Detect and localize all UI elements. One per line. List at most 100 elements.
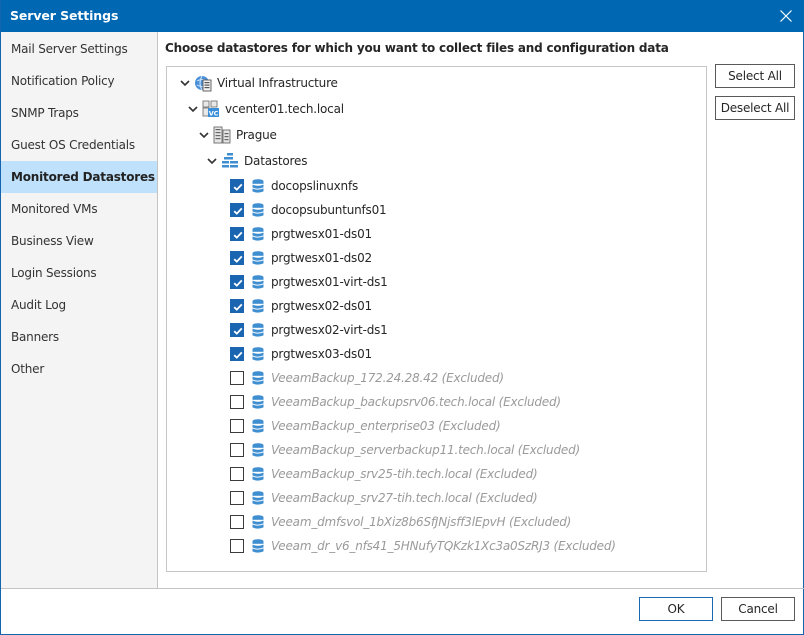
- datastore-checkbox[interactable]: [230, 323, 244, 337]
- chevron-down-icon[interactable]: [179, 77, 191, 89]
- sidebar-item-audit-log[interactable]: Audit Log: [1, 289, 157, 321]
- datastore-icon: [252, 539, 264, 553]
- datastore-label: docopslinuxnfs: [271, 179, 359, 193]
- datastore-icon: [252, 323, 264, 337]
- svg-text:VC: VC: [209, 110, 219, 118]
- datastore-checkbox[interactable]: [230, 491, 244, 505]
- sidebar-item-notification-policy[interactable]: Notification Policy: [1, 65, 157, 97]
- datastore-checkbox[interactable]: [230, 227, 244, 241]
- datastore-tree: Virtual Infrastructure VC vcenter01.tech…: [166, 66, 707, 572]
- datastore-item[interactable]: docopsubuntunfs01: [230, 199, 700, 221]
- vcenter-icon: VC: [202, 100, 219, 118]
- datastore-icon: [252, 251, 264, 265]
- datastore-icon: [252, 443, 264, 457]
- tree-node-label: Datastores: [244, 154, 308, 168]
- sidebar-item-business-view[interactable]: Business View: [1, 225, 157, 257]
- datastore-icon: [252, 491, 264, 505]
- datastore-item[interactable]: prgtwesx01-ds01: [230, 223, 700, 245]
- close-button[interactable]: [773, 4, 799, 28]
- datastore-checkbox[interactable]: [230, 395, 244, 409]
- cancel-button[interactable]: Cancel: [721, 597, 795, 621]
- datastore-checkbox[interactable]: [230, 419, 244, 433]
- sidebar-item-monitored-datastores[interactable]: Monitored Datastores: [1, 161, 157, 193]
- datastore-label: Veeam_dmfsvol_1bXiz8b6SfJNjsff3lEpvH (Ex…: [271, 515, 572, 529]
- sidebar-item-other[interactable]: Other: [1, 353, 157, 385]
- datastore-label: prgtwesx01-ds02: [271, 251, 372, 265]
- tree-node-virtual-infrastructure[interactable]: Virtual Infrastructure: [167, 72, 467, 94]
- datastore-label: prgtwesx02-ds01: [271, 299, 372, 313]
- datastore-checkbox[interactable]: [230, 275, 244, 289]
- sidebar-item-banners[interactable]: Banners: [1, 321, 157, 353]
- datastore-item[interactable]: docopslinuxnfs: [230, 175, 700, 197]
- sidebar-item-guest-os-credentials[interactable]: Guest OS Credentials: [1, 129, 157, 161]
- datastore-icon: [252, 515, 264, 529]
- chevron-down-icon[interactable]: [206, 155, 218, 167]
- datastore-item[interactable]: VeeamBackup_enterprise03 (Excluded): [230, 415, 700, 437]
- datastore-item[interactable]: VeeamBackup_srv25-tih.tech.local (Exclud…: [230, 463, 700, 485]
- datastore-label: prgtwesx01-virt-ds1: [271, 275, 388, 289]
- tree-node-datacenter-prague[interactable]: Prague: [167, 124, 467, 146]
- close-icon: [780, 10, 792, 22]
- checkmark-icon: [233, 255, 243, 263]
- datastore-item[interactable]: Veeam_dmfsvol_1bXiz8b6SfJNjsff3lEpvH (Ex…: [230, 511, 700, 533]
- footer-divider: [1, 588, 804, 589]
- tree-node-datastores-folder[interactable]: Datastores: [167, 150, 467, 172]
- datastore-item[interactable]: prgtwesx03-ds01: [230, 343, 700, 365]
- server-settings-dialog: Server Settings Mail Server Settings Not…: [0, 0, 804, 635]
- datastore-icon: [252, 227, 264, 241]
- datastore-label: prgtwesx01-ds01: [271, 227, 372, 241]
- checkmark-icon: [233, 279, 243, 287]
- datastore-item[interactable]: VeeamBackup_backupsrv06.tech.local (Excl…: [230, 391, 700, 413]
- tree-node-label: Virtual Infrastructure: [217, 76, 338, 90]
- dialog-title: Server Settings: [10, 8, 119, 23]
- datastore-icon: [252, 371, 264, 385]
- sidebar-item-monitored-vms[interactable]: Monitored VMs: [1, 193, 157, 225]
- select-all-button[interactable]: Select All: [715, 64, 795, 88]
- datastore-checkbox[interactable]: [230, 299, 244, 313]
- virtual-infrastructure-icon: [195, 75, 212, 92]
- chevron-down-icon[interactable]: [187, 103, 199, 115]
- datastore-checkbox[interactable]: [230, 179, 244, 193]
- datastore-item[interactable]: Veeam_dr_v6_nfs41_5HNufyTQKzk1Xc3a0SzRJ3…: [230, 535, 700, 557]
- datastore-icon: [252, 299, 264, 313]
- datastore-icon: [252, 275, 264, 289]
- datastore-icon: [252, 203, 264, 217]
- tree-node-vcenter[interactable]: VC vcenter01.tech.local: [167, 98, 467, 120]
- datastore-label: VeeamBackup_172.24.28.42 (Excluded): [271, 371, 504, 385]
- datastore-label: prgtwesx02-virt-ds1: [271, 323, 388, 337]
- datastore-checkbox[interactable]: [230, 203, 244, 217]
- datastores-folder-icon: [222, 153, 238, 168]
- datastore-label: docopsubuntunfs01: [271, 203, 387, 217]
- sidebar-item-login-sessions[interactable]: Login Sessions: [1, 257, 157, 289]
- checkmark-icon: [233, 327, 243, 335]
- datastore-checkbox[interactable]: [230, 539, 244, 553]
- datastore-item[interactable]: prgtwesx01-virt-ds1: [230, 271, 700, 293]
- sidebar-item-snmp-traps[interactable]: SNMP Traps: [1, 97, 157, 129]
- deselect-all-button[interactable]: Deselect All: [715, 96, 795, 120]
- tree-node-label: Prague: [236, 128, 277, 142]
- checkmark-icon: [233, 207, 243, 215]
- datastore-checkbox[interactable]: [230, 443, 244, 457]
- datastore-label: VeeamBackup_serverbackup11.tech.local (E…: [271, 443, 580, 457]
- datastore-checkbox[interactable]: [230, 251, 244, 265]
- title-bar: Server Settings: [1, 0, 804, 32]
- datastore-checkbox[interactable]: [230, 347, 244, 361]
- datastore-checkbox[interactable]: [230, 467, 244, 481]
- datastore-label: Veeam_dr_v6_nfs41_5HNufyTQKzk1Xc3a0SzRJ3…: [271, 539, 616, 553]
- ok-button[interactable]: OK: [639, 597, 713, 621]
- datastore-label: VeeamBackup_enterprise03 (Excluded): [271, 419, 501, 433]
- datastore-label: prgtwesx03-ds01: [271, 347, 372, 361]
- datastore-item[interactable]: prgtwesx02-ds01: [230, 295, 700, 317]
- datacenter-icon: [213, 126, 231, 144]
- chevron-down-icon[interactable]: [198, 129, 210, 141]
- datastore-item[interactable]: VeeamBackup_srv27-tih.tech.local (Exclud…: [230, 487, 700, 509]
- datastore-checkbox[interactable]: [230, 371, 244, 385]
- sidebar-item-mail-server-settings[interactable]: Mail Server Settings: [1, 33, 157, 65]
- datastore-item[interactable]: VeeamBackup_172.24.28.42 (Excluded): [230, 367, 700, 389]
- datastore-item[interactable]: prgtwesx02-virt-ds1: [230, 319, 700, 341]
- checkmark-icon: [233, 351, 243, 359]
- datastore-item[interactable]: VeeamBackup_serverbackup11.tech.local (E…: [230, 439, 700, 461]
- datastore-checkbox[interactable]: [230, 515, 244, 529]
- checkmark-icon: [233, 183, 243, 191]
- datastore-item[interactable]: prgtwesx01-ds02: [230, 247, 700, 269]
